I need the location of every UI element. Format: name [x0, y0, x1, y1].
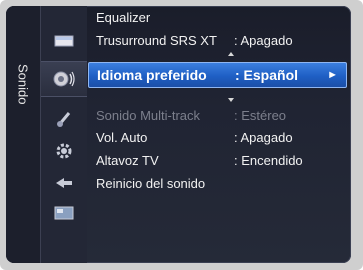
setup-icon[interactable] — [53, 142, 75, 160]
menu-item-preferred-language[interactable]: Idioma preferido : Español ► — [88, 62, 347, 88]
input-icon[interactable] — [53, 174, 75, 192]
menu-item-label: Altavoz TV — [96, 152, 159, 168]
menu-item-sound-reset[interactable]: Reinicio del sonido — [88, 172, 351, 194]
menu-item-value: : Apagado — [234, 129, 293, 145]
menu-item-value: : Español — [235, 67, 299, 83]
menu-item-trusurround[interactable]: Trusurround SRS XT : Apagado — [88, 29, 351, 51]
category-icon-column — [41, 6, 87, 263]
category-title: Sonido — [15, 63, 31, 105]
menu-item-label: Equalizer — [96, 9, 151, 25]
application-icon[interactable] — [53, 204, 75, 222]
menu-list: Equalizer Trusurround SRS XT : Apagado I… — [88, 6, 351, 263]
sound-menu-panel: Sonido Equalizer Trusurround SRS XT: Ap… — [6, 6, 351, 263]
menu-item-value: : Apagado — [234, 32, 293, 48]
menu-item-label: Vol. Auto — [96, 129, 148, 145]
menu-item-label: Trusurround SRS XT — [96, 32, 217, 48]
scroll-down-icon — [228, 98, 234, 102]
picture-icon[interactable] — [53, 32, 75, 50]
menu-item-tv-speaker[interactable]: Altavoz TV : Encendido — [88, 149, 351, 171]
tv-screen: Sonido Equalizer Trusurround SRS XT: Ap… — [0, 0, 363, 270]
menu-item-value: : Estéreo — [234, 107, 287, 123]
category-sidebar: Sonido — [6, 6, 41, 263]
scroll-up-icon — [228, 52, 234, 56]
channel-icon[interactable] — [53, 110, 75, 128]
menu-item-label: Reinicio del sonido — [96, 175, 206, 191]
menu-item-label: Sonido Multi-track — [96, 107, 201, 123]
menu-item-auto-volume[interactable]: Vol. Auto : Apagado — [88, 126, 351, 148]
sound-icon[interactable] — [41, 61, 87, 97]
submenu-arrow-icon: ► — [327, 69, 338, 81]
menu-item-label: Idioma preferido — [97, 67, 207, 83]
menu-item-equalizer[interactable]: Equalizer — [88, 6, 351, 28]
menu-item-multitrack: Sonido Multi-track : Estéreo — [88, 104, 351, 126]
menu-item-value: : Encendido — [234, 152, 303, 168]
